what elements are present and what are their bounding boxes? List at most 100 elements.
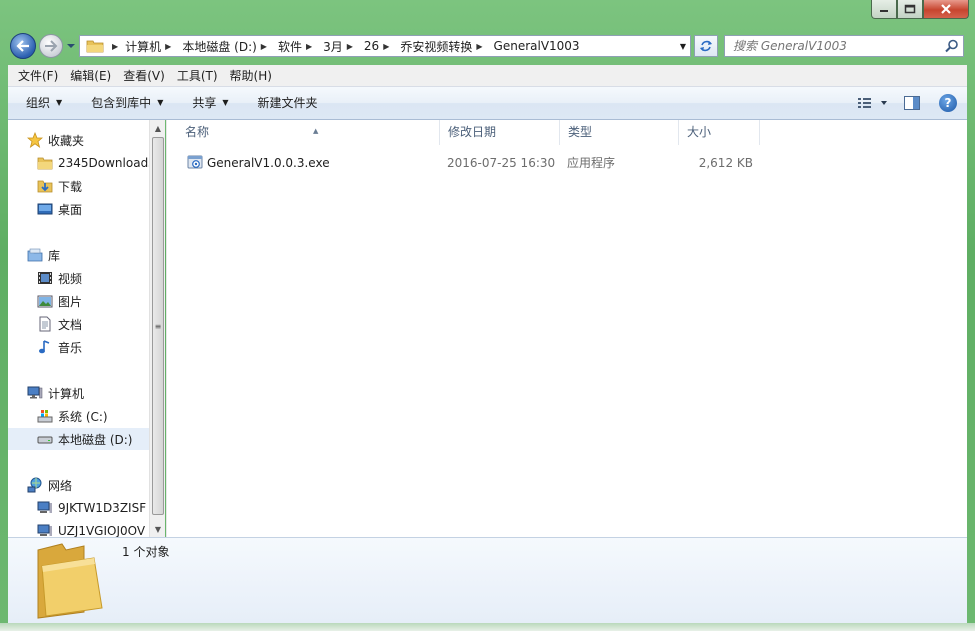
- search-box[interactable]: [724, 35, 964, 57]
- nav-label: 网络: [48, 478, 73, 493]
- file-size: 2,612 KB: [698, 156, 753, 170]
- nav-favorites[interactable]: 收藏夹: [8, 129, 149, 151]
- minimize-icon: [880, 10, 888, 12]
- nav-item-network-pc-2[interactable]: UZJ1VGIOJ0OV: [8, 520, 149, 537]
- minimize-button[interactable]: [871, 0, 897, 19]
- column-header-label: 名称: [185, 125, 210, 139]
- include-in-library-button[interactable]: 包含到库中 ▼: [73, 91, 174, 115]
- breadcrumb-arrow-icon[interactable]: ▶: [165, 42, 171, 51]
- menu-tools[interactable]: 工具(T): [171, 65, 224, 87]
- nav-label: 库: [48, 248, 61, 263]
- preview-pane-button[interactable]: [899, 92, 925, 114]
- breadcrumb-arrow-icon[interactable]: ▶: [112, 42, 118, 51]
- search-icon[interactable]: [945, 39, 959, 53]
- breadcrumb-item[interactable]: GeneralV1003: [494, 36, 584, 56]
- breadcrumb-item[interactable]: 本地磁盘 (D:) ▶: [182, 36, 278, 56]
- video-icon: [38, 272, 52, 284]
- exe-file-icon: [187, 155, 203, 169]
- nav-item-local-disk-d[interactable]: 本地磁盘 (D:): [8, 428, 149, 450]
- breadcrumb-label: 软件: [277, 39, 302, 54]
- help-button[interactable]: ?: [939, 94, 957, 112]
- nav-pane-scrollbar[interactable]: ▲ ≡ ▼: [149, 120, 165, 537]
- back-button[interactable]: [10, 33, 36, 59]
- library-icon: [27, 248, 43, 262]
- column-header-size[interactable]: 大小: [679, 120, 760, 145]
- breadcrumb-arrow-icon[interactable]: ▶: [261, 42, 267, 51]
- chevron-down-icon: ▼: [56, 98, 63, 107]
- column-header-date[interactable]: 修改日期: [440, 120, 560, 145]
- nav-label: 视频: [58, 271, 83, 286]
- breadcrumb-arrow-icon[interactable]: ▶: [347, 42, 353, 51]
- breadcrumb-arrow-icon[interactable]: ▶: [476, 42, 482, 51]
- nav-label: 图片: [58, 294, 83, 309]
- share-button[interactable]: 共享 ▼: [174, 91, 239, 115]
- nav-network[interactable]: 网络: [8, 474, 149, 496]
- breadcrumb-item[interactable]: 乔安视频转换 ▶: [400, 36, 493, 56]
- nav-label: 音乐: [58, 340, 83, 355]
- scrollbar-thumb[interactable]: ≡: [152, 137, 164, 515]
- nav-label: 系统 (C:): [58, 409, 108, 424]
- breadcrumb-label: 本地磁盘 (D:): [182, 39, 257, 54]
- breadcrumb-label: GeneralV1003: [493, 39, 580, 53]
- breadcrumb-item[interactable]: 3月 ▶: [323, 36, 364, 56]
- breadcrumb-arrow-icon[interactable]: ▶: [306, 42, 312, 51]
- menu-view[interactable]: 查看(V): [117, 65, 171, 87]
- column-header-name[interactable]: 名称 ▲: [177, 120, 440, 145]
- breadcrumb-item[interactable]: 软件 ▶: [278, 36, 323, 56]
- change-view-button[interactable]: [855, 92, 891, 114]
- sort-ascending-icon: ▲: [313, 127, 319, 135]
- nav-item-network-pc-1[interactable]: 9JKTW1D3ZISF: [8, 497, 149, 519]
- history-dropdown-icon[interactable]: [66, 41, 76, 51]
- search-input[interactable]: [725, 39, 935, 53]
- breadcrumb-label: 乔安视频转换: [400, 39, 473, 54]
- nav-item-pictures[interactable]: 图片: [8, 290, 149, 312]
- system-drive-icon: [37, 410, 53, 423]
- nav-label: 桌面: [58, 202, 83, 217]
- chevron-down-icon: ▼: [222, 98, 229, 107]
- address-bar[interactable]: ▶ 计算机 ▶ 本地磁盘 (D:) ▶ 软件 ▶ 3月 ▶ 26 ▶ 乔安视频转换 ▶ Ge…: [79, 35, 691, 57]
- scroll-up-arrow-icon[interactable]: ▲: [150, 120, 166, 136]
- nav-label: 下载: [58, 179, 83, 194]
- nav-label: 本地磁盘 (D:): [58, 432, 133, 447]
- organize-button[interactable]: 组织 ▼: [8, 91, 73, 115]
- maximize-button[interactable]: [897, 0, 923, 19]
- nav-libraries[interactable]: 库: [8, 244, 149, 266]
- menu-edit[interactable]: 编辑(E): [64, 65, 117, 87]
- nav-item-documents[interactable]: 文档: [8, 313, 149, 335]
- forward-button[interactable]: [39, 34, 63, 58]
- refresh-button[interactable]: [694, 35, 718, 57]
- nav-label: 计算机: [48, 386, 85, 401]
- address-dropdown-icon[interactable]: ▼: [676, 36, 690, 56]
- breadcrumb-arrow-icon[interactable]: ▶: [383, 42, 389, 51]
- menu-file[interactable]: 文件(F): [12, 65, 64, 87]
- organize-label: 组织: [26, 96, 51, 110]
- menu-help[interactable]: 帮助(H): [224, 65, 278, 87]
- nav-item-2345downloads[interactable]: 2345Downloads: [8, 152, 149, 174]
- table-row[interactable]: GeneralV1.0.0.3.exe 2016-07-25 16:30 应用程…: [179, 153, 769, 173]
- nav-item-desktop[interactable]: 桌面: [8, 198, 149, 220]
- new-folder-button[interactable]: 新建文件夹: [240, 91, 329, 115]
- back-arrow-icon: [16, 40, 29, 52]
- folder-large-icon: [37, 543, 103, 619]
- network-icon: [27, 477, 42, 493]
- preview-pane-icon: [904, 96, 920, 110]
- breadcrumb-item[interactable]: 计算机 ▶: [125, 36, 182, 56]
- nav-label: UZJ1VGIOJ0OV: [58, 524, 146, 537]
- close-button[interactable]: [923, 0, 969, 19]
- navigation-pane: 收藏夹 2345Downloads 下载 桌面 库 视频 图片 文档 音乐 计算…: [8, 120, 149, 537]
- nav-computer[interactable]: 计算机: [8, 382, 149, 404]
- desktop-icon: [37, 203, 53, 215]
- column-header-type[interactable]: 类型: [560, 120, 679, 145]
- nav-item-music[interactable]: 音乐: [8, 336, 149, 358]
- nav-item-downloads[interactable]: 下载: [8, 175, 149, 197]
- caption-buttons: [871, 0, 969, 20]
- nav-item-videos[interactable]: 视频: [8, 267, 149, 289]
- scroll-down-arrow-icon[interactable]: ▼: [150, 521, 166, 537]
- breadcrumb-item[interactable]: 26 ▶: [364, 36, 400, 56]
- menu-bar: 文件(F) 编辑(E) 查看(V) 工具(T) 帮助(H): [8, 65, 967, 87]
- column-header-label: 类型: [568, 125, 593, 139]
- command-bar: 组织 ▼ 包含到库中 ▼ 共享 ▼ 新建文件夹 ?: [8, 87, 967, 120]
- drive-icon: [37, 436, 53, 444]
- nav-item-system-c[interactable]: 系统 (C:): [8, 405, 149, 427]
- forward-arrow-icon: [45, 40, 58, 52]
